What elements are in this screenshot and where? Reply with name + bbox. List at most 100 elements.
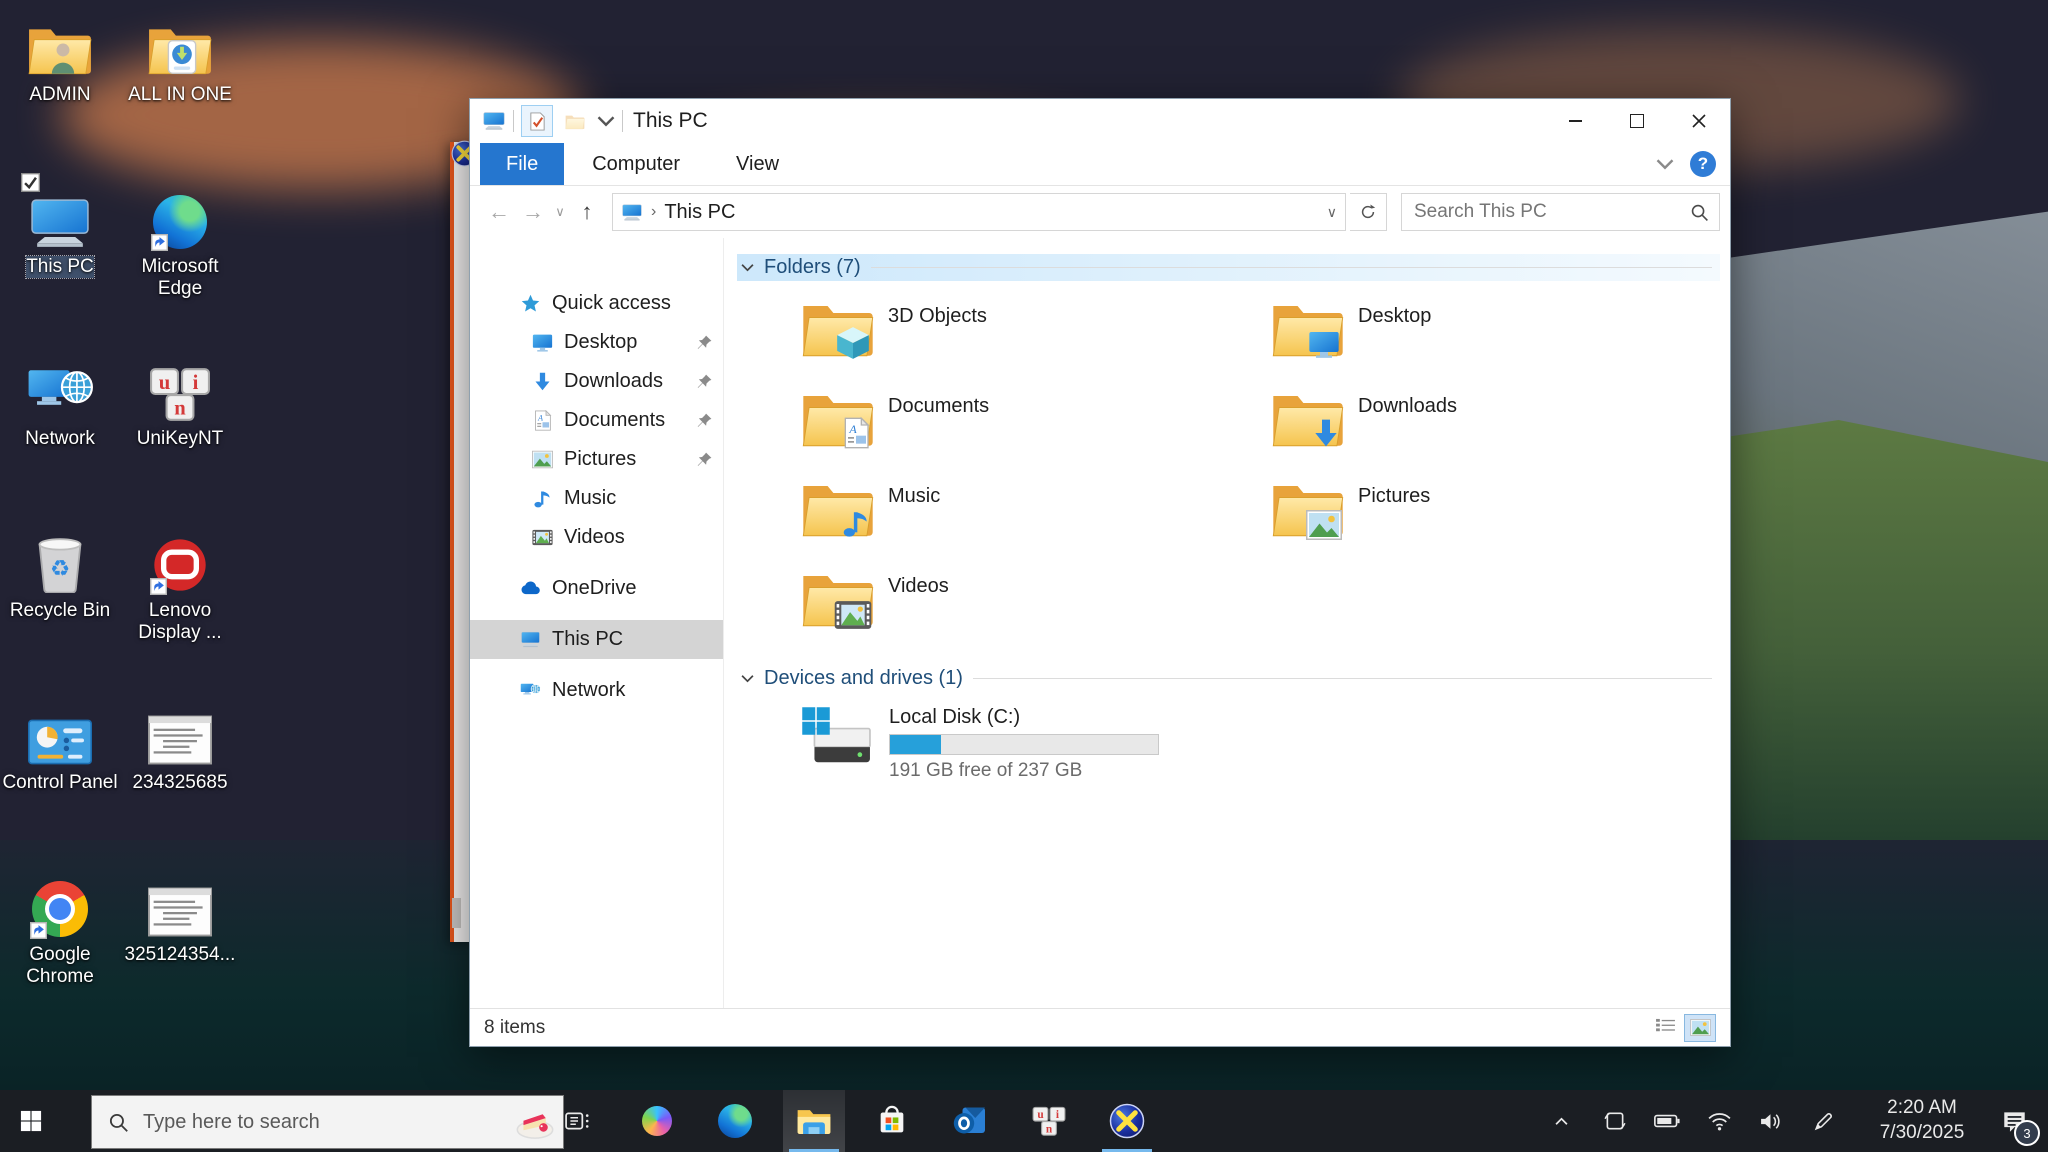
nav-network[interactable]: Network: [470, 671, 723, 710]
speaker-icon: [1759, 1112, 1784, 1131]
computer-icon: [520, 629, 541, 650]
hard-drive-icon: [801, 706, 875, 772]
task-view-icon: [565, 1110, 591, 1132]
collapse-chevron-icon[interactable]: [741, 674, 754, 683]
new-folder-button[interactable]: [560, 106, 590, 136]
taskbar-search-input[interactable]: [141, 1110, 503, 1135]
monitor-icon: [532, 332, 553, 353]
nav-documents[interactable]: Documents: [470, 401, 723, 440]
tray-battery[interactable]: [1642, 1090, 1692, 1152]
customize-toolbar-chevron-icon[interactable]: [597, 115, 615, 127]
collapse-chevron-icon[interactable]: [741, 263, 754, 272]
help-button[interactable]: ?: [1690, 151, 1716, 177]
tab-file[interactable]: File: [480, 143, 564, 185]
explorer-search-box[interactable]: [1401, 193, 1720, 231]
disk-usage-fill: [890, 735, 941, 754]
nav-videos[interactable]: Videos: [470, 518, 723, 557]
desktop-icon-network[interactable]: Network: [0, 357, 120, 529]
notification-badge: 3: [2014, 1120, 2040, 1146]
this-pc-location-icon: [621, 204, 643, 221]
desktop-icon-control-panel[interactable]: Control Panel: [0, 701, 120, 873]
properties-button[interactable]: [521, 105, 553, 137]
large-icons-view-button[interactable]: [1684, 1014, 1716, 1042]
folder-down-arrow-icon: [1271, 387, 1345, 449]
taskbar-app-file-explorer[interactable]: [783, 1090, 845, 1152]
desktop-icon-this-pc[interactable]: This PC: [0, 185, 120, 357]
keyboard-keys-icon: [1032, 1106, 1066, 1136]
desktop-icon-google-chrome[interactable]: Google Chrome: [0, 873, 120, 1045]
taskbar-search-box[interactable]: [91, 1095, 564, 1149]
drive-tile-local-disk-c[interactable]: Local Disk (C:) 191 GB free of 237 GB: [737, 706, 1720, 782]
breadcrumb-location[interactable]: This PC: [664, 201, 735, 224]
address-bar-row: ← → ∨ ↑ › This PC ∨: [470, 186, 1730, 238]
microsoft-store-icon: [875, 1104, 909, 1138]
taskbar-clock[interactable]: 2:20 AM 7/30/2025: [1862, 1090, 1982, 1152]
start-button[interactable]: [0, 1090, 62, 1152]
desktop-icon-admin[interactable]: ADMIN: [0, 13, 120, 185]
task-view-button[interactable]: [550, 1090, 606, 1152]
tab-view[interactable]: View: [708, 143, 807, 185]
taskbar-app-edge[interactable]: [704, 1090, 766, 1152]
folder-tile-videos[interactable]: Videos: [737, 567, 1207, 655]
recent-locations-chevron[interactable]: ∨: [552, 204, 568, 220]
taskbar-app-unikey[interactable]: [1018, 1090, 1080, 1152]
desktop-icon-lenovo-display[interactable]: Lenovo Display ...: [120, 529, 240, 701]
shortcut-arrow-icon: [151, 234, 168, 251]
taskbar-app-outlook[interactable]: [939, 1090, 1001, 1152]
nav-this-pc[interactable]: This PC: [470, 620, 723, 659]
tray-windows-ink[interactable]: [1798, 1090, 1848, 1152]
new-folder-icon: [565, 113, 585, 130]
desktop-icon-recycle-bin[interactable]: Recycle Bin: [0, 529, 120, 701]
back-button[interactable]: ←: [484, 199, 514, 225]
folder-document-icon: [801, 387, 875, 449]
expand-ribbon-chevron-icon[interactable]: [1656, 158, 1674, 170]
desktop-icon-325124354[interactable]: 325124354...: [120, 873, 240, 1045]
folder-tile-pictures[interactable]: Pictures: [1207, 477, 1677, 565]
taskbar-app-x[interactable]: [1096, 1090, 1158, 1152]
title-bar[interactable]: This PC: [470, 99, 1730, 143]
copilot-button[interactable]: [628, 1090, 686, 1152]
refresh-button[interactable]: [1350, 193, 1387, 231]
folder-tile-desktop[interactable]: Desktop: [1207, 297, 1677, 385]
up-button[interactable]: ↑: [572, 199, 602, 225]
address-dropdown-chevron[interactable]: ∨: [1327, 204, 1337, 221]
tray-tablet-mode[interactable]: [1590, 1090, 1640, 1152]
address-box[interactable]: › This PC ∨: [612, 193, 1346, 231]
search-icon: [1690, 203, 1709, 222]
close-button[interactable]: [1668, 99, 1730, 143]
minimize-button[interactable]: [1544, 99, 1606, 143]
folder-tile-downloads[interactable]: Downloads: [1207, 387, 1677, 475]
nav-quick-access[interactable]: Quick access: [470, 284, 723, 323]
maximize-icon: [1630, 114, 1644, 128]
tray-volume[interactable]: [1746, 1090, 1796, 1152]
battery-icon: [1654, 1113, 1680, 1129]
nav-music[interactable]: Music: [470, 479, 723, 518]
nav-onedrive[interactable]: OneDrive: [470, 569, 723, 608]
desktop-icon-234325685[interactable]: 234325685: [120, 701, 240, 873]
taskbar-app-store[interactable]: [861, 1090, 923, 1152]
details-view-button[interactable]: [1650, 1014, 1680, 1040]
show-hidden-icons-button[interactable]: [1536, 1090, 1586, 1152]
background-window-scrollbar[interactable]: [452, 898, 461, 928]
explorer-search-input[interactable]: [1412, 200, 1690, 224]
maximize-button[interactable]: [1606, 99, 1668, 143]
film-icon: [532, 527, 553, 548]
file-explorer-icon: [796, 1106, 832, 1136]
nav-desktop[interactable]: Desktop: [470, 323, 723, 362]
group-header-devices[interactable]: Devices and drives (1): [737, 665, 1720, 692]
folder-tile-documents[interactable]: Documents: [737, 387, 1207, 475]
folder-tile-3d-objects[interactable]: 3D Objects: [737, 297, 1207, 385]
notification-center-button[interactable]: 3: [1986, 1090, 2042, 1152]
desktop-icon-microsoft-edge[interactable]: Microsoft Edge: [120, 185, 240, 357]
forward-button[interactable]: →: [518, 199, 548, 225]
thumbnail-view-icon: [1690, 1019, 1711, 1036]
nav-downloads[interactable]: Downloads: [470, 362, 723, 401]
desktop-icon-all-in-one[interactable]: ALL IN ONE: [120, 13, 240, 185]
pen-icon: [1813, 1111, 1834, 1132]
nav-pictures[interactable]: Pictures: [470, 440, 723, 479]
tab-computer[interactable]: Computer: [564, 143, 708, 185]
folder-tile-music[interactable]: Music: [737, 477, 1207, 565]
desktop-icon-unikeynt[interactable]: UniKeyNT: [120, 357, 240, 529]
tray-network[interactable]: [1694, 1090, 1744, 1152]
group-header-folders[interactable]: Folders (7): [737, 254, 1720, 281]
